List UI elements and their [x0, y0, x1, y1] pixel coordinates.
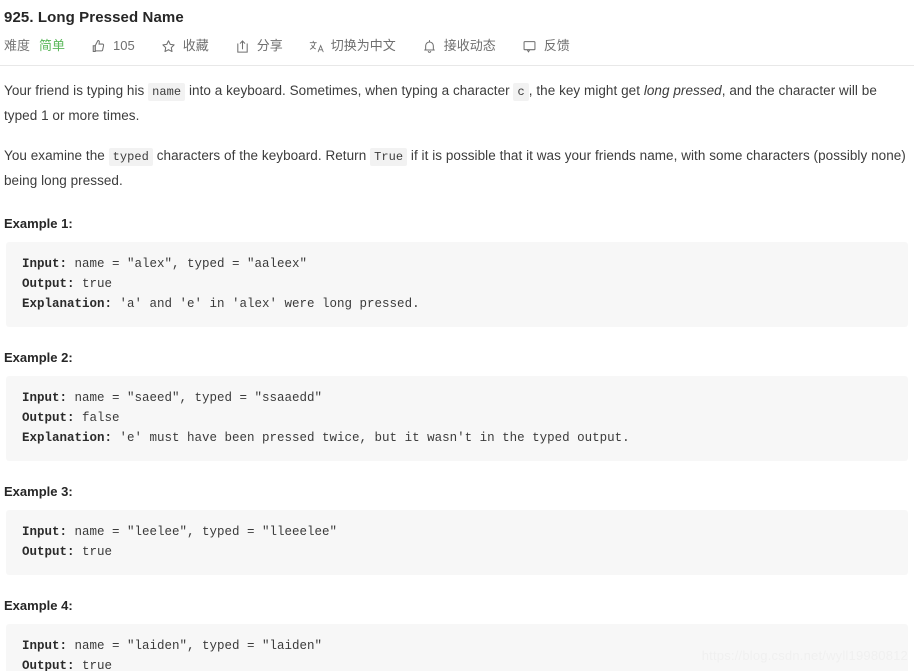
share-button[interactable]: 分享	[235, 37, 283, 55]
desc-p1-text-2: into a keyboard. Sometimes, when typing …	[185, 83, 514, 98]
code-line-label: Output:	[22, 277, 75, 291]
share-icon	[235, 39, 250, 54]
inline-code-typed: typed	[108, 148, 153, 166]
code-line-value: name = "leelee", typed = "lleeelee"	[67, 525, 338, 539]
difficulty-indicator: 难度 简单	[4, 37, 65, 55]
header-divider	[0, 65, 914, 66]
code-line-label: Input:	[22, 257, 68, 271]
page-title: 925. Long Pressed Name	[4, 9, 184, 26]
inline-code-c: c	[513, 83, 529, 101]
code-line: Output: true	[22, 656, 892, 671]
emphasis-long-pressed: long pressed	[643, 83, 722, 98]
favorite-button[interactable]: 收藏	[161, 37, 209, 55]
desc-p2-text-2: characters of the keyboard. Return	[152, 148, 371, 163]
translate-icon	[309, 39, 324, 54]
star-icon	[161, 39, 176, 54]
problem-meta-toolbar: 难度 简单 105 收藏 分享 切换为中文 接收动态 反馈	[0, 28, 914, 55]
favorite-label: 收藏	[182, 38, 209, 53]
subscribe-label: 接收动态	[443, 38, 496, 53]
code-line: Output: false	[22, 408, 892, 428]
example-code-block: Input: name = "leelee", typed = "lleeele…	[6, 510, 908, 575]
inline-code-name: name	[148, 83, 186, 101]
example-code-block: Input: name = "laiden", typed = "laiden"…	[6, 624, 908, 671]
code-line-value: true	[74, 545, 113, 559]
example-code-block: Input: name = "saeed", typed = "ssaaedd"…	[6, 376, 908, 461]
code-line-label: Input:	[22, 391, 68, 405]
like-button[interactable]: 105	[91, 37, 135, 55]
example-heading: Example 3:	[4, 484, 73, 499]
code-line: Input: name = "alex", typed = "aaleex"	[22, 254, 892, 274]
example-heading: Example 2:	[4, 350, 73, 365]
example-heading: Example 1:	[4, 216, 73, 231]
difficulty-value: 简单	[39, 38, 66, 53]
share-label: 分享	[256, 38, 283, 53]
inline-code-true: True	[370, 148, 408, 166]
code-line-label: Explanation:	[22, 431, 113, 445]
code-line-value: name = "alex", typed = "aaleex"	[67, 257, 308, 271]
code-line-label: Input:	[22, 525, 68, 539]
code-line: Output: true	[22, 274, 892, 294]
description-paragraph-1: Your friend is typing his name into a ke…	[0, 79, 914, 128]
code-line-label: Explanation:	[22, 297, 113, 311]
desc-p1-text-1: Your friend is typing his	[4, 83, 149, 98]
like-count: 105	[113, 38, 135, 53]
difficulty-label: 难度	[4, 38, 31, 53]
code-line: Explanation: 'e' must have been pressed …	[22, 428, 892, 448]
example-heading: Example 4:	[4, 598, 73, 613]
code-line-label: Output:	[22, 411, 75, 425]
thumbs-up-icon	[91, 39, 106, 54]
description-paragraph-2: You examine the typed characters of the …	[0, 144, 914, 193]
code-line-label: Output:	[22, 545, 75, 559]
code-line-value: 'e' must have been pressed twice, but it…	[112, 431, 630, 445]
subscribe-button[interactable]: 接收动态	[422, 37, 496, 55]
code-line-value: true	[74, 659, 113, 671]
feedback-icon	[522, 39, 537, 54]
desc-p2-text-1: You examine the	[4, 148, 109, 163]
bell-icon	[422, 39, 437, 54]
code-line: Input: name = "leelee", typed = "lleeele…	[22, 522, 892, 542]
code-line-value: false	[74, 411, 120, 425]
code-line-label: Output:	[22, 659, 75, 671]
feedback-button[interactable]: 反馈	[522, 37, 570, 55]
feedback-label: 反馈	[543, 38, 570, 53]
code-line: Output: true	[22, 542, 892, 562]
code-line: Explanation: 'a' and 'e' in 'alex' were …	[22, 294, 892, 314]
code-line-value: name = "laiden", typed = "laiden"	[67, 639, 323, 653]
language-switch-button[interactable]: 切换为中文	[309, 37, 396, 55]
code-line: Input: name = "saeed", typed = "ssaaedd"	[22, 388, 892, 408]
example-code-block: Input: name = "alex", typed = "aaleex" O…	[6, 242, 908, 327]
code-line-value: name = "saeed", typed = "ssaaedd"	[67, 391, 323, 405]
desc-p1-text-3: , the key might get	[528, 83, 644, 98]
code-line: Input: name = "laiden", typed = "laiden"	[22, 636, 892, 656]
code-line-value: 'a' and 'e' in 'alex' were long pressed.	[112, 297, 420, 311]
language-switch-label: 切换为中文	[330, 38, 396, 53]
problem-page: 925. Long Pressed Name 难度 简单 105 收藏 分享 切…	[0, 0, 914, 671]
code-line-value: true	[74, 277, 113, 291]
code-line-label: Input:	[22, 639, 68, 653]
